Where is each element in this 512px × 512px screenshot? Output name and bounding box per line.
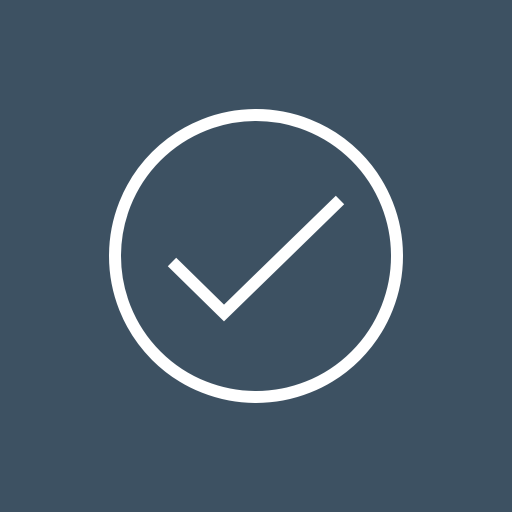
check-circle-icon (0, 0, 512, 512)
circle-outline (109, 109, 403, 403)
checkmark-stroke (167, 195, 345, 322)
icon-canvas (0, 0, 512, 512)
check-circle-svg (109, 109, 403, 403)
